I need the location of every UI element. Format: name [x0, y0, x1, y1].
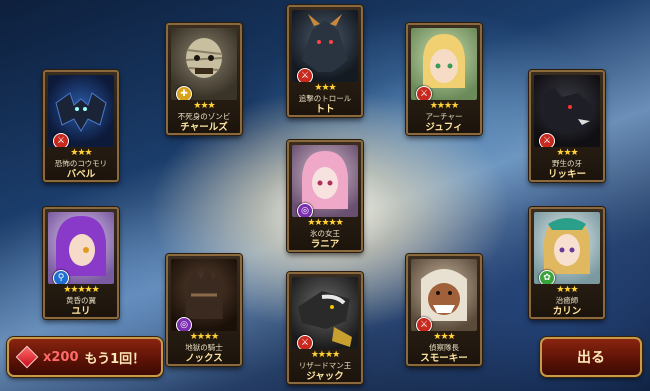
card-babel[interactable]: ⚔ ★★★ 恐怖のコウモリ バベル	[43, 70, 119, 182]
ricky-portrait: ⚔	[534, 75, 600, 147]
rarity-stars: ★★★★★	[63, 285, 99, 295]
card-name: ジャック	[306, 371, 344, 382]
rarity-stars: ★★★★★	[307, 218, 343, 228]
card-toto[interactable]: ⚔ ★★★ 追撃のトロール トト	[287, 5, 363, 117]
rarity-stars: ★★★	[70, 148, 92, 158]
card-rania[interactable]: ◎ ★★★★★ 氷の女王 ラニア	[287, 140, 363, 252]
card-title: 地獄の騎士	[185, 343, 223, 352]
card-name: ユリ	[71, 306, 91, 317]
card-name: カリン	[552, 306, 582, 317]
fire-element-icon: ⚔	[416, 86, 432, 100]
card-knox[interactable]: ◎ ★★★★ 地獄の騎士 ノックス	[166, 254, 242, 366]
jack-portrait: ⚔	[292, 277, 358, 349]
card-jufi[interactable]: ⚔ ★★★★ アーチャー ジュフィ	[406, 23, 482, 135]
babel-portrait: ⚔	[48, 75, 114, 147]
card-name: ジュフィ	[425, 122, 463, 133]
fire-element-icon: ⚔	[539, 133, 555, 147]
card-name: バベル	[66, 169, 96, 180]
card-ricky[interactable]: ⚔ ★★★ 野生の牙 リッキー	[529, 70, 605, 182]
card-smokey[interactable]: ⚔ ★★★ 偵察隊長 スモーキー	[406, 254, 482, 366]
water-element-icon: ⚲	[53, 270, 69, 284]
card-yuri[interactable]: ⚲ ★★★★★ 黄昏の翼 ユリ	[43, 207, 119, 319]
rarity-stars: ★★★★	[429, 101, 459, 111]
card-name: ラニア	[310, 239, 340, 250]
exit-label: 出る	[577, 350, 605, 366]
card-title: 氷の女王	[310, 229, 340, 238]
karin-portrait: ✿	[534, 212, 600, 284]
rarity-stars: ★★★	[193, 101, 215, 111]
retry-button[interactable]: x200 もう1回！	[7, 337, 163, 377]
wood-element-icon: ✿	[539, 270, 555, 284]
rarity-stars: ★★★	[556, 148, 578, 158]
card-title: 偵察隊長	[429, 343, 459, 352]
dark-element-icon: ◎	[297, 203, 313, 217]
dark-element-icon: ◎	[176, 317, 192, 331]
exit-button[interactable]: 出る	[540, 337, 642, 377]
card-name: トト	[315, 104, 335, 115]
rarity-stars: ★★★★	[310, 350, 340, 360]
light-element-icon: ✚	[176, 86, 192, 100]
fire-element-icon: ⚔	[297, 335, 313, 349]
rarity-stars: ★★★	[314, 83, 336, 93]
fire-element-icon: ⚔	[297, 68, 313, 82]
charles-portrait: ✚	[171, 28, 237, 100]
fire-element-icon: ⚔	[416, 317, 432, 331]
rarity-stars: ★★★	[556, 285, 578, 295]
card-name: リッキー	[547, 169, 586, 180]
ruby-gem-icon	[15, 345, 39, 369]
toto-portrait: ⚔	[292, 10, 358, 82]
smokey-portrait: ⚔	[411, 259, 477, 331]
card-title: リザードマン王	[298, 361, 352, 370]
card-jack[interactable]: ⚔ ★★★★ リザードマン王 ジャック	[287, 272, 363, 384]
retry-label: もう1回！	[84, 351, 146, 367]
card-charles[interactable]: ✚ ★★★ 不死身のゾンビ チャールズ	[166, 23, 242, 135]
card-name: スモーキー	[420, 353, 468, 364]
card-title: 不死身のゾンビ	[177, 112, 231, 121]
card-karin[interactable]: ✿ ★★★ 治癒師 カリン	[529, 207, 605, 319]
rania-portrait: ◎	[292, 145, 358, 217]
card-name: チャールズ	[180, 122, 228, 133]
knox-portrait: ◎	[171, 259, 237, 331]
card-title: 恐怖のコウモリ	[54, 159, 108, 168]
card-title: アーチャー	[425, 112, 463, 121]
yuri-portrait: ⚲	[48, 212, 114, 284]
card-title: 野生の牙	[552, 159, 582, 168]
rarity-stars: ★★★★	[189, 332, 219, 342]
card-title: 治癒師	[555, 296, 579, 305]
jufi-portrait: ⚔	[411, 28, 477, 100]
card-name: ノックス	[185, 353, 223, 364]
card-title: 追撃のトロール	[298, 94, 352, 103]
card-title: 黄昏の翼	[66, 296, 96, 305]
fire-element-icon: ⚔	[53, 133, 69, 147]
retry-cost: x200	[43, 349, 79, 365]
rarity-stars: ★★★	[433, 332, 455, 342]
